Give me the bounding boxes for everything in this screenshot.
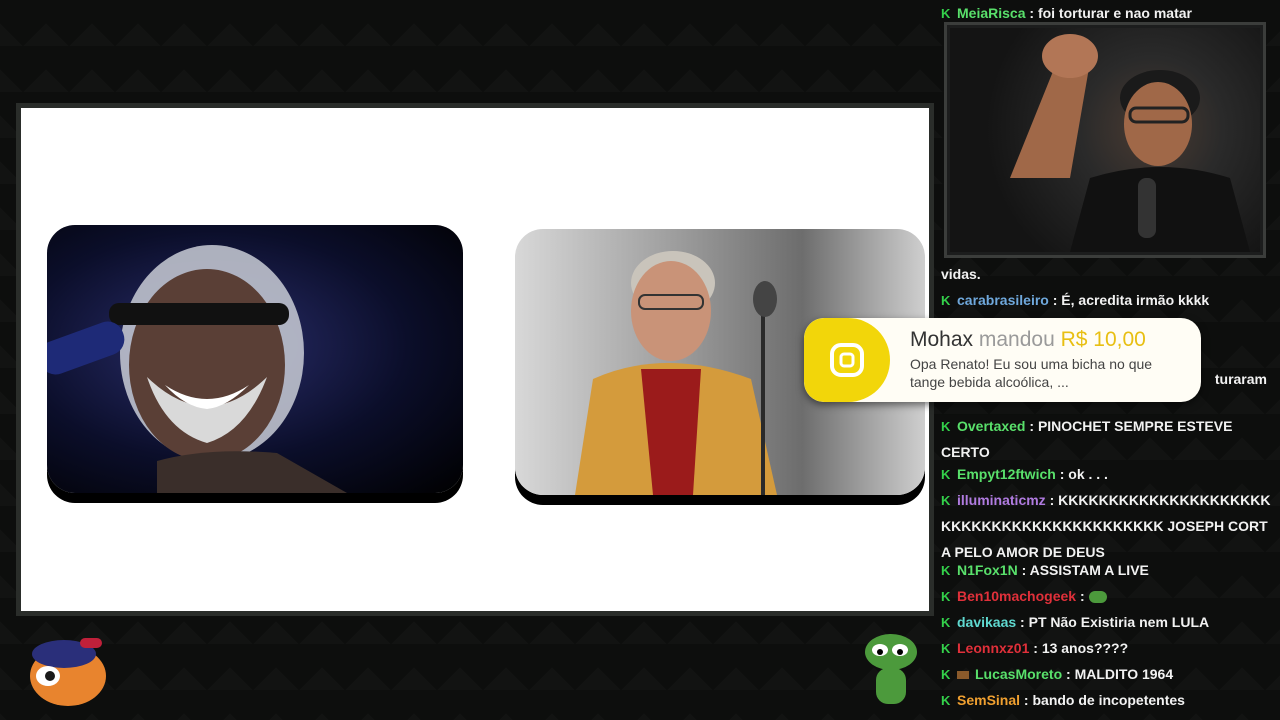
chat-username[interactable]: illuminaticmz — [957, 492, 1046, 508]
slide — [21, 108, 929, 611]
chat-username[interactable]: Overtaxed — [957, 418, 1025, 434]
chat-message: K Empyt12ftwich : ok . . . — [941, 461, 1275, 487]
kick-badge-icon: K — [941, 693, 951, 708]
donation-message: Opa Renato! Eu sou uma bicha no que tang… — [910, 356, 1153, 390]
chat-username[interactable]: N1Fox1N — [957, 562, 1018, 578]
donation-verb: mandou — [978, 328, 1055, 351]
chat-text: turaram — [1214, 371, 1267, 387]
presentation-frame — [16, 103, 934, 616]
crown-badge-icon — [957, 671, 969, 679]
chat-text: É, acredita irmão kkkk — [1061, 292, 1210, 308]
mascot-sticker-icon — [22, 630, 112, 708]
chat-message: Kdavikaas : PT Não Existiria nem LULA — [941, 609, 1275, 635]
chat-message: K Ben10machogeek : — [941, 583, 1275, 609]
donor-name: Mohax — [910, 328, 974, 351]
chat-username[interactable]: carabrasileiro — [957, 292, 1049, 308]
kick-badge-icon: K — [941, 667, 951, 682]
kick-badge-icon: K — [941, 615, 951, 630]
chat-message: K SemSinal : bando de incopetentes — [941, 687, 1275, 713]
chat-message: K N1Fox1N : ASSISTAM A LIVE — [941, 557, 1275, 583]
chat-message: K LucasMoreto : MALDITO 1964 — [941, 661, 1275, 687]
kick-badge-icon: K — [941, 493, 951, 508]
kick-badge-icon: K — [941, 563, 951, 578]
chat-message: K Leonnxz01 : 13 anos???? — [941, 635, 1275, 661]
chat-text: PT Não Existiria nem LULA — [1028, 614, 1210, 630]
chat-text: MALDITO 1964 — [1074, 666, 1174, 682]
chat-text: foi torturar e nao matar — [1037, 5, 1192, 21]
chat-username[interactable]: MeiaRisca — [957, 5, 1025, 21]
kick-badge-icon: K — [941, 589, 951, 604]
chat-text: ok . . . — [1068, 466, 1108, 482]
chat-username[interactable]: Empyt12ftwich — [957, 466, 1056, 482]
chat-message: Kcarabrasileiro : É, acredita irmão kkkk — [941, 287, 1275, 313]
chat-username[interactable]: Ben10machogeek — [957, 588, 1076, 604]
chat-message: vidas. — [941, 261, 1275, 287]
chat-text: bando de incopetentes — [1032, 692, 1185, 708]
frog-emote-icon — [1088, 591, 1107, 604]
kick-badge-icon: K — [941, 293, 951, 308]
donation-title: Mohax mandou R$ 10,00 — [910, 328, 1146, 352]
chat-username[interactable]: LucasMoreto — [975, 666, 1062, 682]
chat-username[interactable]: Leonnxz01 — [957, 640, 1029, 656]
photo-singer-left — [47, 225, 463, 493]
pepe-sticker-icon — [862, 630, 920, 708]
kick-badge-icon: K — [941, 6, 951, 21]
chat-message: K Overtaxed : PINOCHET SEMPRE ESTEVE CERT… — [941, 413, 1275, 465]
chat-message: Killuminaticmz : KKKKKKKKKKKKKKKKKKKKKKK… — [941, 487, 1275, 565]
kick-badge-icon: K — [941, 419, 951, 434]
chat-text: ASSISTAM A LIVE — [1029, 562, 1149, 578]
donation-logo-icon — [804, 318, 890, 402]
chat-text: 13 anos???? — [1041, 640, 1129, 656]
chat-username[interactable]: SemSinal — [957, 692, 1020, 708]
donation-amount: R$ 10,00 — [1060, 328, 1146, 351]
kick-badge-icon: K — [941, 641, 951, 656]
chat-message: K MeiaRisca : foi torturar e nao matar — [941, 0, 1275, 26]
kick-badge-icon: K — [941, 467, 951, 482]
donation-alert: Mohax mandou R$ 10,00 Opa Renato! Eu sou… — [804, 318, 1201, 402]
chat-username[interactable]: davikaas — [957, 614, 1016, 630]
chat-text: vidas. — [941, 266, 981, 282]
